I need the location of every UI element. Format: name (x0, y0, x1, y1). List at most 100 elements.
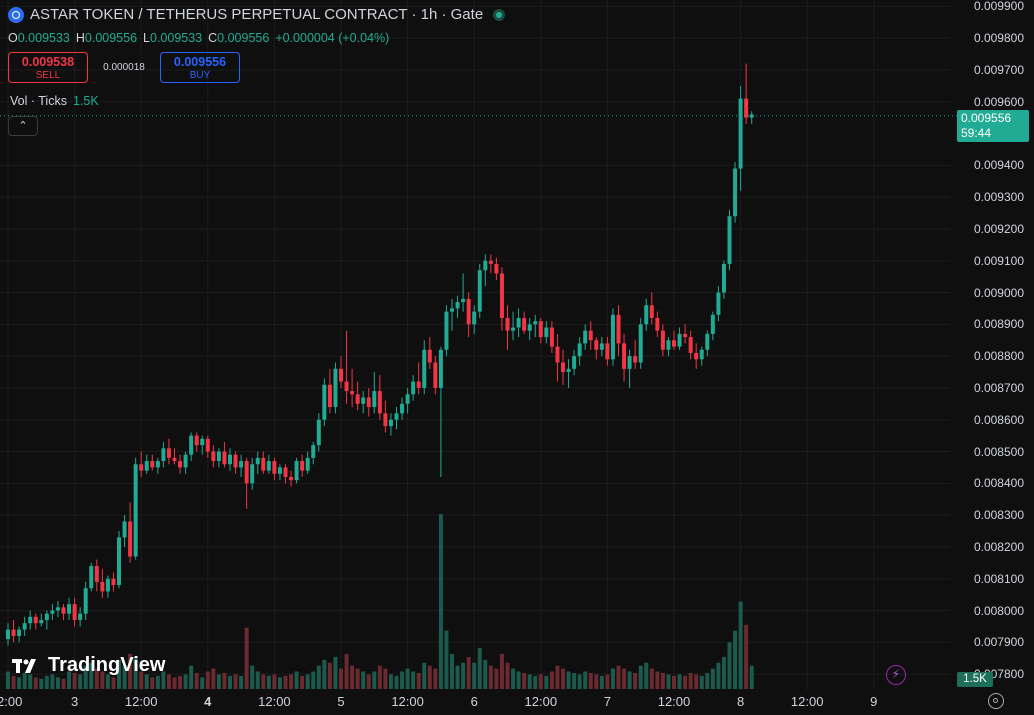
price-axis[interactable]: 0.009900 0.009800 0.009700 0.009600 0.009400… (954, 0, 1034, 690)
candle-body[interactable] (250, 464, 255, 484)
candle-body[interactable] (499, 273, 504, 318)
candle-body[interactable] (405, 394, 410, 404)
symbol-title[interactable]: ASTAR TOKEN / TETHERUS PERPETUAL CONTRAC… (30, 6, 483, 23)
candle-body[interactable] (516, 317, 521, 328)
candle-body[interactable] (39, 620, 44, 624)
candle-body[interactable] (438, 349, 443, 388)
lightning-icon[interactable]: ⚡ (886, 665, 906, 685)
candle-body[interactable] (117, 537, 121, 586)
candle-body[interactable] (411, 381, 416, 395)
candle-body[interactable] (477, 270, 482, 312)
candle-body[interactable] (28, 616, 33, 624)
candle-body[interactable] (733, 168, 738, 217)
candle-body[interactable] (749, 114, 754, 118)
candle-body[interactable] (649, 305, 654, 318)
tradingview-logo[interactable]: TradingView (12, 654, 165, 677)
candle-body[interactable] (588, 330, 593, 341)
candle-body[interactable] (699, 349, 704, 360)
candle-body[interactable] (100, 581, 105, 592)
candle-body[interactable] (683, 333, 688, 338)
candle-body[interactable] (455, 302, 460, 309)
candle-body[interactable] (577, 343, 582, 357)
candle-body[interactable] (666, 340, 671, 350)
candle-body[interactable] (483, 260, 488, 271)
candle-body[interactable] (272, 461, 277, 474)
candle-body[interactable] (660, 330, 665, 350)
candle-body[interactable] (355, 394, 360, 404)
candle-body[interactable] (444, 311, 449, 350)
candle-body[interactable] (228, 454, 232, 465)
candle-body[interactable] (283, 467, 288, 477)
candle-body[interactable] (300, 461, 305, 471)
candle-body[interactable] (333, 368, 338, 408)
candlestick-chart[interactable] (0, 0, 1034, 715)
candle-body[interactable] (744, 98, 749, 118)
candle-body[interactable] (316, 419, 321, 446)
candle-body[interactable] (105, 578, 110, 592)
candle-body[interactable] (222, 451, 227, 465)
candle-body[interactable] (55, 607, 60, 611)
candle-body[interactable] (83, 588, 88, 614)
candle-body[interactable] (655, 317, 660, 331)
candle-body[interactable] (344, 381, 349, 392)
candle-body[interactable] (450, 308, 454, 312)
candle-body[interactable] (144, 461, 149, 471)
candle-body[interactable] (133, 464, 138, 557)
candle-body[interactable] (599, 343, 604, 350)
candle-body[interactable] (261, 457, 266, 471)
candle-body[interactable] (139, 464, 144, 471)
candle-body[interactable] (505, 317, 510, 331)
candle-body[interactable] (710, 314, 715, 334)
candle-body[interactable] (122, 521, 127, 538)
candle-body[interactable] (466, 298, 471, 325)
candle-body[interactable] (561, 362, 565, 373)
buy-button[interactable]: 0.009556 BUY (160, 52, 240, 83)
candle-body[interactable] (688, 337, 693, 353)
candle-body[interactable] (705, 333, 710, 350)
candle-body[interactable] (461, 298, 466, 303)
gear-icon[interactable] (988, 693, 1004, 709)
candle-body[interactable] (622, 343, 627, 369)
candle-body[interactable] (677, 333, 682, 347)
candle-body[interactable] (738, 98, 743, 169)
candle-body[interactable] (727, 216, 732, 264)
candle-body[interactable] (200, 438, 205, 446)
candle-body[interactable] (416, 381, 421, 388)
candle-body[interactable] (189, 435, 194, 455)
candle-body[interactable] (33, 616, 38, 624)
candle-body[interactable] (322, 384, 327, 420)
candle-body[interactable] (488, 260, 493, 264)
candle-body[interactable] (627, 356, 632, 369)
candle-body[interactable] (183, 454, 188, 468)
candle-body[interactable] (422, 349, 427, 388)
candle-body[interactable] (672, 340, 676, 347)
candle-body[interactable] (372, 391, 377, 408)
candle-body[interactable] (327, 384, 332, 408)
candle-body[interactable] (472, 311, 477, 325)
candle-body[interactable] (61, 607, 66, 614)
candle-body[interactable] (150, 461, 155, 468)
candle-body[interactable] (572, 356, 577, 369)
candle-body[interactable] (233, 454, 238, 468)
candle-body[interactable] (527, 324, 532, 331)
candle-body[interactable] (305, 457, 310, 471)
candle-body[interactable] (22, 623, 27, 630)
collapse-legend-button[interactable]: ⌃ (8, 116, 38, 136)
candle-body[interactable] (400, 403, 405, 414)
candle-body[interactable] (266, 461, 271, 471)
candle-body[interactable] (211, 451, 216, 462)
sell-button[interactable]: 0.009538 SELL (8, 52, 88, 83)
candle-body[interactable] (161, 448, 166, 462)
candle-body[interactable] (511, 327, 516, 331)
candle-body[interactable] (494, 263, 499, 274)
volume-legend[interactable]: Vol · Ticks 1.5K (10, 94, 99, 108)
candle-body[interactable] (89, 565, 94, 589)
candle-body[interactable] (6, 629, 10, 640)
candle-body[interactable] (67, 604, 72, 614)
candle-body[interactable] (716, 292, 721, 315)
candle-body[interactable] (721, 263, 726, 293)
candle-body[interactable] (616, 314, 621, 344)
candle-body[interactable] (166, 448, 171, 458)
candle-body[interactable] (178, 461, 183, 468)
candle-body[interactable] (339, 368, 343, 382)
